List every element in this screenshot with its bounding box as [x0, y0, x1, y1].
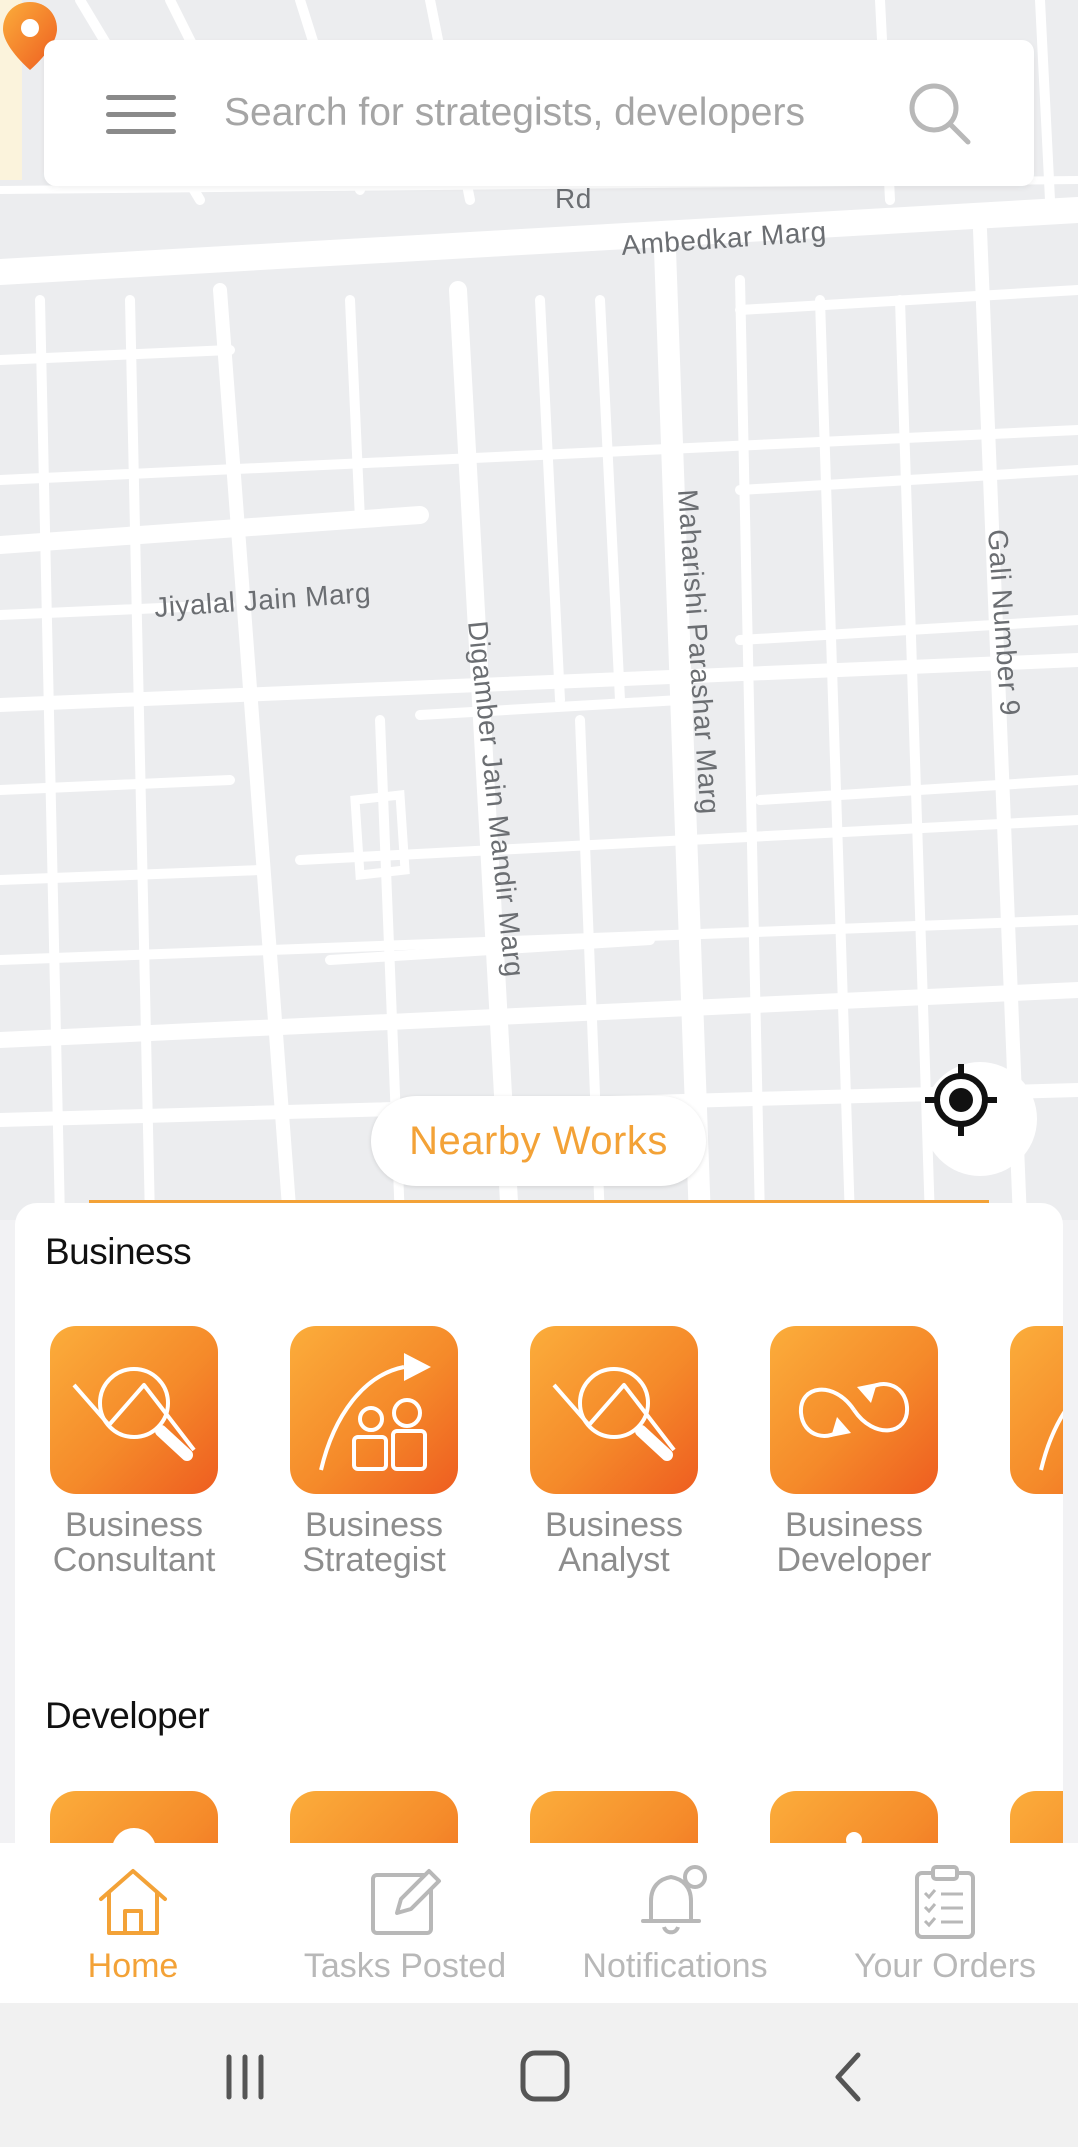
bottom-navigation: Home Tasks Posted Notifications Your Ord…	[0, 1843, 1078, 2003]
categories-sheet: Business Business Consultant Business St…	[15, 1203, 1063, 1843]
nav-item-notifications[interactable]: Notifications	[565, 1843, 785, 2003]
category-tile	[50, 1326, 218, 1494]
category-partial[interactable]: B A	[1010, 1326, 1063, 1626]
edit-icon	[371, 1869, 441, 1935]
category-label: Business Analyst	[545, 1506, 683, 1579]
hamburger-menu-icon[interactable]	[106, 95, 176, 135]
category-partial[interactable]	[1010, 1791, 1063, 1843]
category-business-developer[interactable]: Business Developer	[770, 1326, 940, 1578]
category-developer-3[interactable]	[530, 1791, 700, 1843]
category-tile	[770, 1326, 938, 1494]
category-label: B A	[1010, 1508, 1063, 1543]
developer-icon	[846, 1832, 862, 1843]
recent-apps-icon[interactable]	[205, 2047, 285, 2107]
home-icon	[99, 1869, 167, 1935]
clipboard-icon	[915, 1865, 975, 1939]
category-developer-2[interactable]	[290, 1791, 460, 1843]
category-tile	[770, 1791, 938, 1843]
category-label: Business Consultant	[52, 1506, 216, 1579]
section-title-developer: Developer	[45, 1695, 210, 1736]
category-tile	[1010, 1791, 1063, 1843]
growth-strategist-icon	[319, 1353, 431, 1471]
nav-item-your-orders[interactable]: Your Orders	[840, 1843, 1050, 2003]
nav-label: Your Orders	[853, 1947, 1037, 1985]
category-tile	[290, 1326, 458, 1494]
section-title-business: Business	[45, 1231, 192, 1272]
nav-label: Home	[87, 1947, 179, 1985]
crosshair-icon	[925, 1064, 997, 1136]
category-tile	[50, 1791, 218, 1843]
category-label: Business Developer	[776, 1506, 932, 1579]
my-location-button[interactable]	[923, 1062, 1037, 1176]
back-chevron-icon[interactable]	[808, 2047, 888, 2107]
road-label-rd: Rd	[555, 183, 592, 214]
system-navigation-bar	[0, 2003, 1078, 2147]
category-developer-1[interactable]	[50, 1791, 220, 1843]
search-icon[interactable]	[906, 80, 972, 146]
search-bar	[44, 40, 1034, 186]
category-tile	[290, 1791, 458, 1843]
nearby-works-button[interactable]: Nearby Works	[371, 1096, 706, 1186]
category-business-strategist[interactable]: Business Strategist	[290, 1326, 460, 1578]
nav-item-tasks-posted[interactable]: Tasks Posted	[290, 1843, 520, 2003]
nav-label: Tasks Posted	[303, 1947, 507, 1985]
growth-strategist-icon	[1039, 1410, 1063, 1471]
nav-label: Notifications	[582, 1947, 768, 1985]
nav-item-home[interactable]: Home	[38, 1843, 228, 2003]
category-tile	[530, 1326, 698, 1494]
category-business-analyst[interactable]: Business Analyst	[530, 1326, 700, 1578]
category-tile	[530, 1791, 698, 1843]
home-square-icon[interactable]	[505, 2047, 585, 2107]
category-tile	[1010, 1326, 1063, 1494]
chart-magnifier-icon	[72, 1367, 196, 1461]
chart-magnifier-icon	[552, 1367, 676, 1461]
category-business-consultant[interactable]: Business Consultant	[50, 1326, 220, 1578]
category-developer-4[interactable]	[770, 1791, 940, 1843]
cycle-arrows-icon	[798, 1382, 910, 1438]
bell-icon	[641, 1865, 707, 1935]
category-label: Business Strategist	[302, 1506, 446, 1579]
developer-icon	[113, 1828, 155, 1843]
search-input[interactable]	[224, 80, 924, 146]
